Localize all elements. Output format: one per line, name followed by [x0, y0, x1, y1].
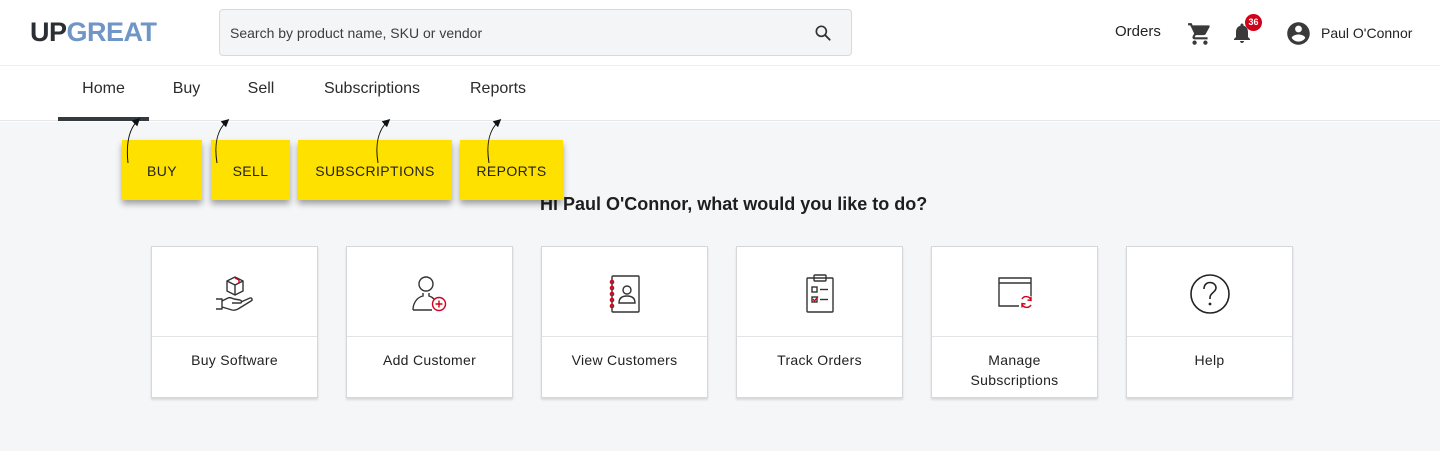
- user-name[interactable]: Paul O'Connor: [1321, 23, 1412, 43]
- card-icon-area: [542, 247, 707, 337]
- top-header: UPGREAT Orders 36 Paul O'Connor: [0, 0, 1440, 66]
- logo-text-up: UP: [30, 17, 67, 47]
- card-icon-area: [152, 247, 317, 337]
- card-buy-software[interactable]: Buy Software: [151, 246, 318, 398]
- search-box: [219, 9, 852, 56]
- tab-buy[interactable]: Buy: [166, 67, 207, 121]
- clipboard-checklist-icon: [806, 274, 834, 313]
- tab-subscriptions[interactable]: Subscriptions: [316, 67, 428, 121]
- search-icon[interactable]: [813, 23, 833, 43]
- card-label: Add Customer: [382, 352, 477, 368]
- card-label: View Customers: [571, 352, 678, 368]
- card-label: Help: [1194, 352, 1225, 368]
- callout-reports: REPORTS: [460, 140, 563, 200]
- card-add-customer[interactable]: Add Customer: [346, 246, 513, 398]
- card-icon-area: [737, 247, 902, 337]
- notification-badge: 36: [1245, 14, 1262, 31]
- tab-sell[interactable]: Sell: [241, 67, 281, 121]
- main-nav: Home Buy Sell Subscriptions Reports: [0, 67, 1440, 121]
- card-track-orders[interactable]: Track Orders: [736, 246, 903, 398]
- contact-book-icon: [609, 275, 640, 313]
- question-circle-icon: [1190, 274, 1230, 314]
- card-icon-area: [932, 247, 1097, 337]
- card-label: Track Orders: [777, 352, 862, 368]
- callout-subscriptions: SUBSCRIPTIONS: [298, 140, 452, 200]
- logo-text-great: GREAT: [66, 17, 158, 47]
- tab-home[interactable]: Home: [58, 67, 149, 121]
- window-refresh-icon: [998, 277, 1032, 309]
- card-view-customers[interactable]: View Customers: [541, 246, 708, 398]
- card-label: Buy Software: [191, 352, 278, 368]
- cart-icon[interactable]: [1187, 21, 1213, 47]
- card-help[interactable]: Help: [1126, 246, 1293, 398]
- callout-buy: BUY: [122, 140, 202, 200]
- card-icon-area: [1127, 247, 1292, 337]
- tab-reports[interactable]: Reports: [464, 67, 532, 121]
- callout-sell: SELL: [211, 140, 290, 200]
- card-icon-area: [347, 247, 512, 337]
- greeting-heading: Hi Paul O'Connor, what would you like to…: [540, 194, 928, 214]
- add-person-icon: [412, 276, 447, 312]
- orders-link[interactable]: Orders: [1115, 22, 1161, 42]
- box-in-hand-icon: [216, 276, 253, 311]
- card-manage-subscriptions[interactable]: Manage Subscriptions: [931, 246, 1098, 398]
- account-circle-icon[interactable]: [1285, 20, 1312, 47]
- search-input[interactable]: [220, 10, 800, 55]
- card-label: Manage Subscriptions: [970, 352, 1059, 388]
- upgreat-logo[interactable]: UPGREAT: [30, 17, 157, 47]
